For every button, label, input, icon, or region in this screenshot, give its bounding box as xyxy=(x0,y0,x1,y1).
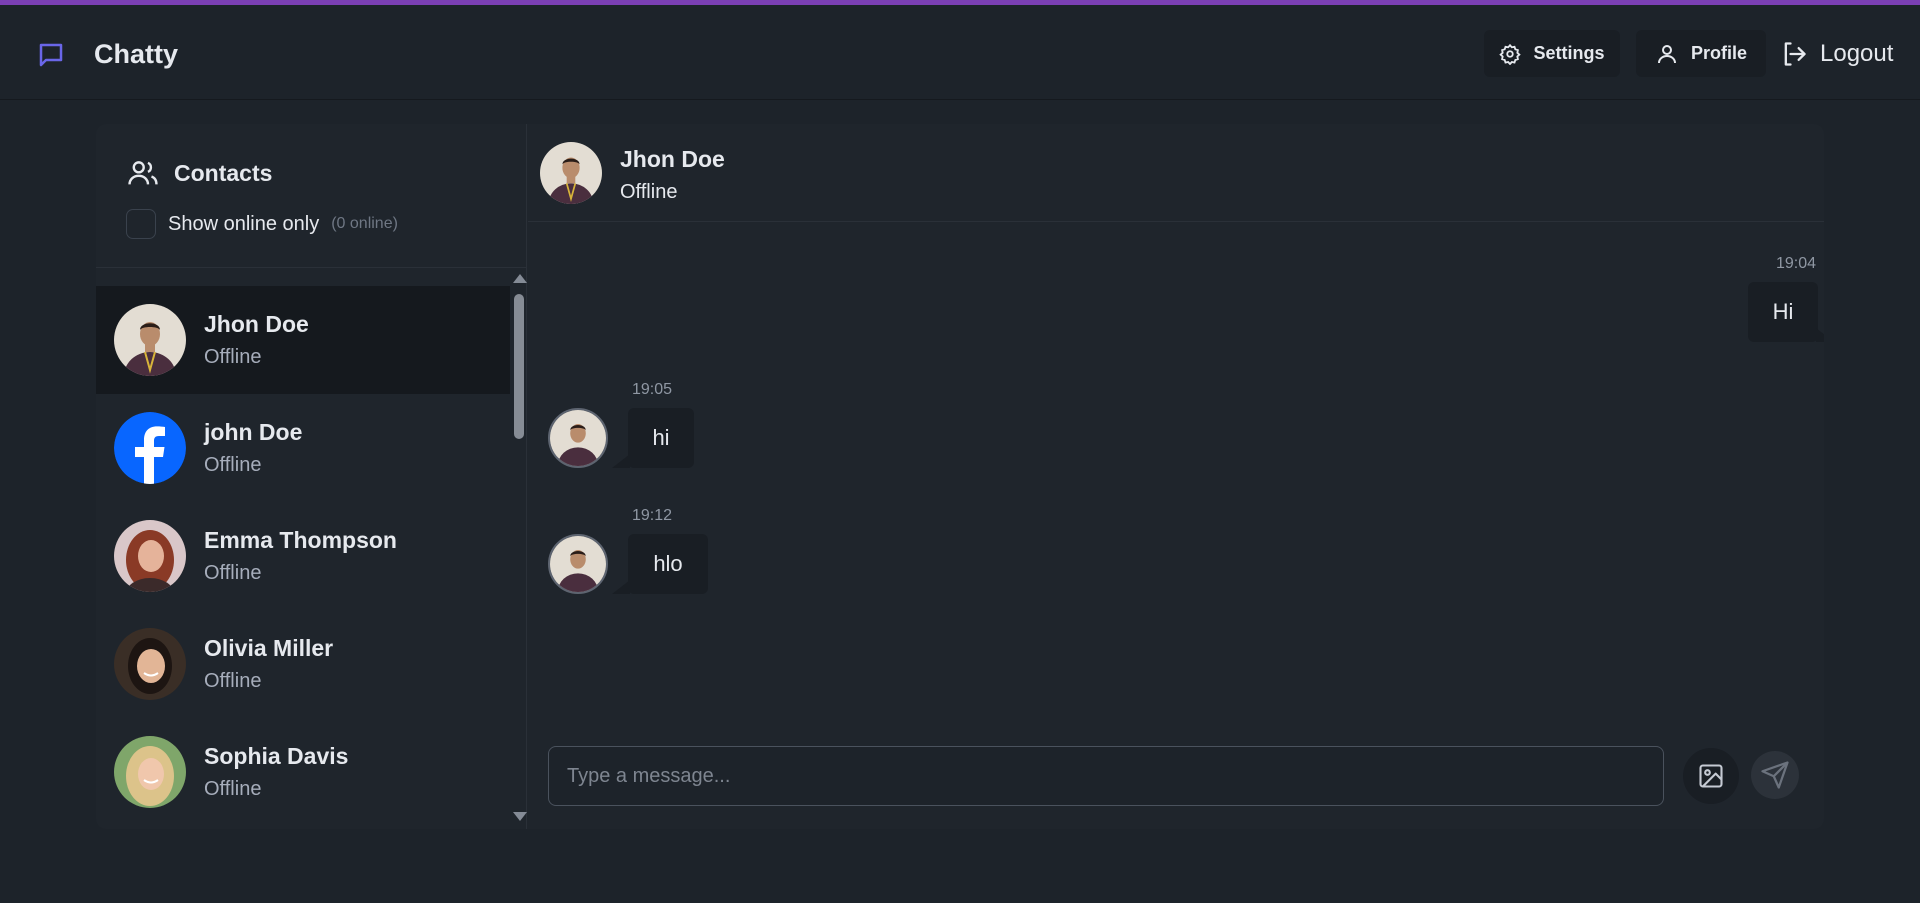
chat-bubble-icon xyxy=(39,43,63,66)
app-title: Chatty xyxy=(94,39,179,69)
contact-status: Offline xyxy=(204,562,262,584)
contact-name: Emma Thompson xyxy=(204,527,397,553)
avatar xyxy=(114,520,186,592)
send-button[interactable] xyxy=(1751,751,1799,799)
online-only-label: Show online only xyxy=(168,212,320,235)
bubble-tail xyxy=(1816,328,1824,342)
app-header: Chatty Settings Profile Logout xyxy=(0,5,1920,100)
contact-item[interactable]: Olivia Miller Offline xyxy=(96,610,510,718)
chat-partner-message-avatar xyxy=(548,408,608,468)
logout-label: Logout xyxy=(1820,39,1894,67)
contact-item[interactable]: Jhon Doe Offline xyxy=(96,286,510,394)
message-bubble: hlo xyxy=(628,534,708,594)
scrollbar-thumb[interactable] xyxy=(514,294,524,439)
contact-status: Offline xyxy=(204,346,262,368)
contact-item[interactable]: john Doe Offline xyxy=(96,394,510,502)
settings-label: Settings xyxy=(1533,43,1605,63)
sidebar-header: Contacts Show online only (0 online) xyxy=(96,124,526,268)
online-filter[interactable]: Show online only (0 online) xyxy=(126,209,398,239)
chat-partner-status: Offline xyxy=(620,181,678,203)
avatar xyxy=(114,628,186,700)
image-icon xyxy=(1699,764,1723,788)
message-bubble: Hi xyxy=(1748,282,1818,342)
contacts-sidebar: Contacts Show online only (0 online) Jho… xyxy=(96,124,527,829)
contact-item[interactable]: Emma Thompson Offline xyxy=(96,502,510,610)
contact-status: Offline xyxy=(204,670,262,692)
chat-partner-message-avatar xyxy=(548,534,608,594)
contact-status: Offline xyxy=(204,454,262,476)
contacts-heading: Contacts xyxy=(126,156,272,190)
chat-partner-avatar xyxy=(540,142,602,204)
chat-partner-name: Jhon Doe xyxy=(620,146,725,172)
avatar xyxy=(114,304,186,376)
settings-button[interactable]: Settings xyxy=(1484,30,1620,77)
contact-name: Olivia Miller xyxy=(204,635,334,661)
logout-button[interactable]: Logout xyxy=(1778,30,1908,77)
message-bubble: hi xyxy=(628,408,694,468)
contacts-title: Contacts xyxy=(174,159,273,186)
chat-header: Jhon Doe Offline xyxy=(528,124,1824,222)
avatar xyxy=(114,736,186,808)
logout-icon xyxy=(1784,41,1806,66)
user-icon xyxy=(1657,44,1676,63)
contact-list-scrollbar[interactable] xyxy=(510,274,527,829)
message-timestamp: 19:04 xyxy=(1776,255,1817,272)
attach-image-button[interactable] xyxy=(1683,748,1739,804)
profile-button[interactable]: Profile xyxy=(1636,30,1766,77)
contact-list: Jhon Doe Offline john Doe Offline Emma T… xyxy=(96,286,510,829)
contact-status: Offline xyxy=(204,778,262,800)
message-timestamp: 19:12 xyxy=(632,507,673,524)
brand[interactable]: Chatty xyxy=(36,39,178,70)
chat-area: Jhon Doe Offline 19:04 Hi 19:05 hi 19:12… xyxy=(528,124,1824,829)
message-input[interactable] xyxy=(549,747,1663,805)
contact-name: Jhon Doe xyxy=(204,311,309,337)
contact-name: Sophia Davis xyxy=(204,743,349,769)
online-only-checkbox[interactable] xyxy=(126,209,156,239)
scroll-up-arrow-icon[interactable] xyxy=(513,274,527,283)
online-count: (0 online) xyxy=(331,215,398,232)
contact-name: john Doe xyxy=(204,419,303,445)
chat-panel: Contacts Show online only (0 online) Jho… xyxy=(96,124,1824,829)
facebook-icon xyxy=(114,412,186,484)
message-composer[interactable] xyxy=(548,746,1664,806)
profile-label: Profile xyxy=(1690,43,1747,63)
send-icon xyxy=(1761,761,1789,789)
gear-icon xyxy=(1499,43,1522,65)
message-timestamp: 19:05 xyxy=(632,381,673,398)
scroll-down-arrow-icon[interactable] xyxy=(513,812,527,821)
users-icon xyxy=(128,161,158,185)
contact-item[interactable]: Sophia Davis Offline xyxy=(96,718,510,826)
